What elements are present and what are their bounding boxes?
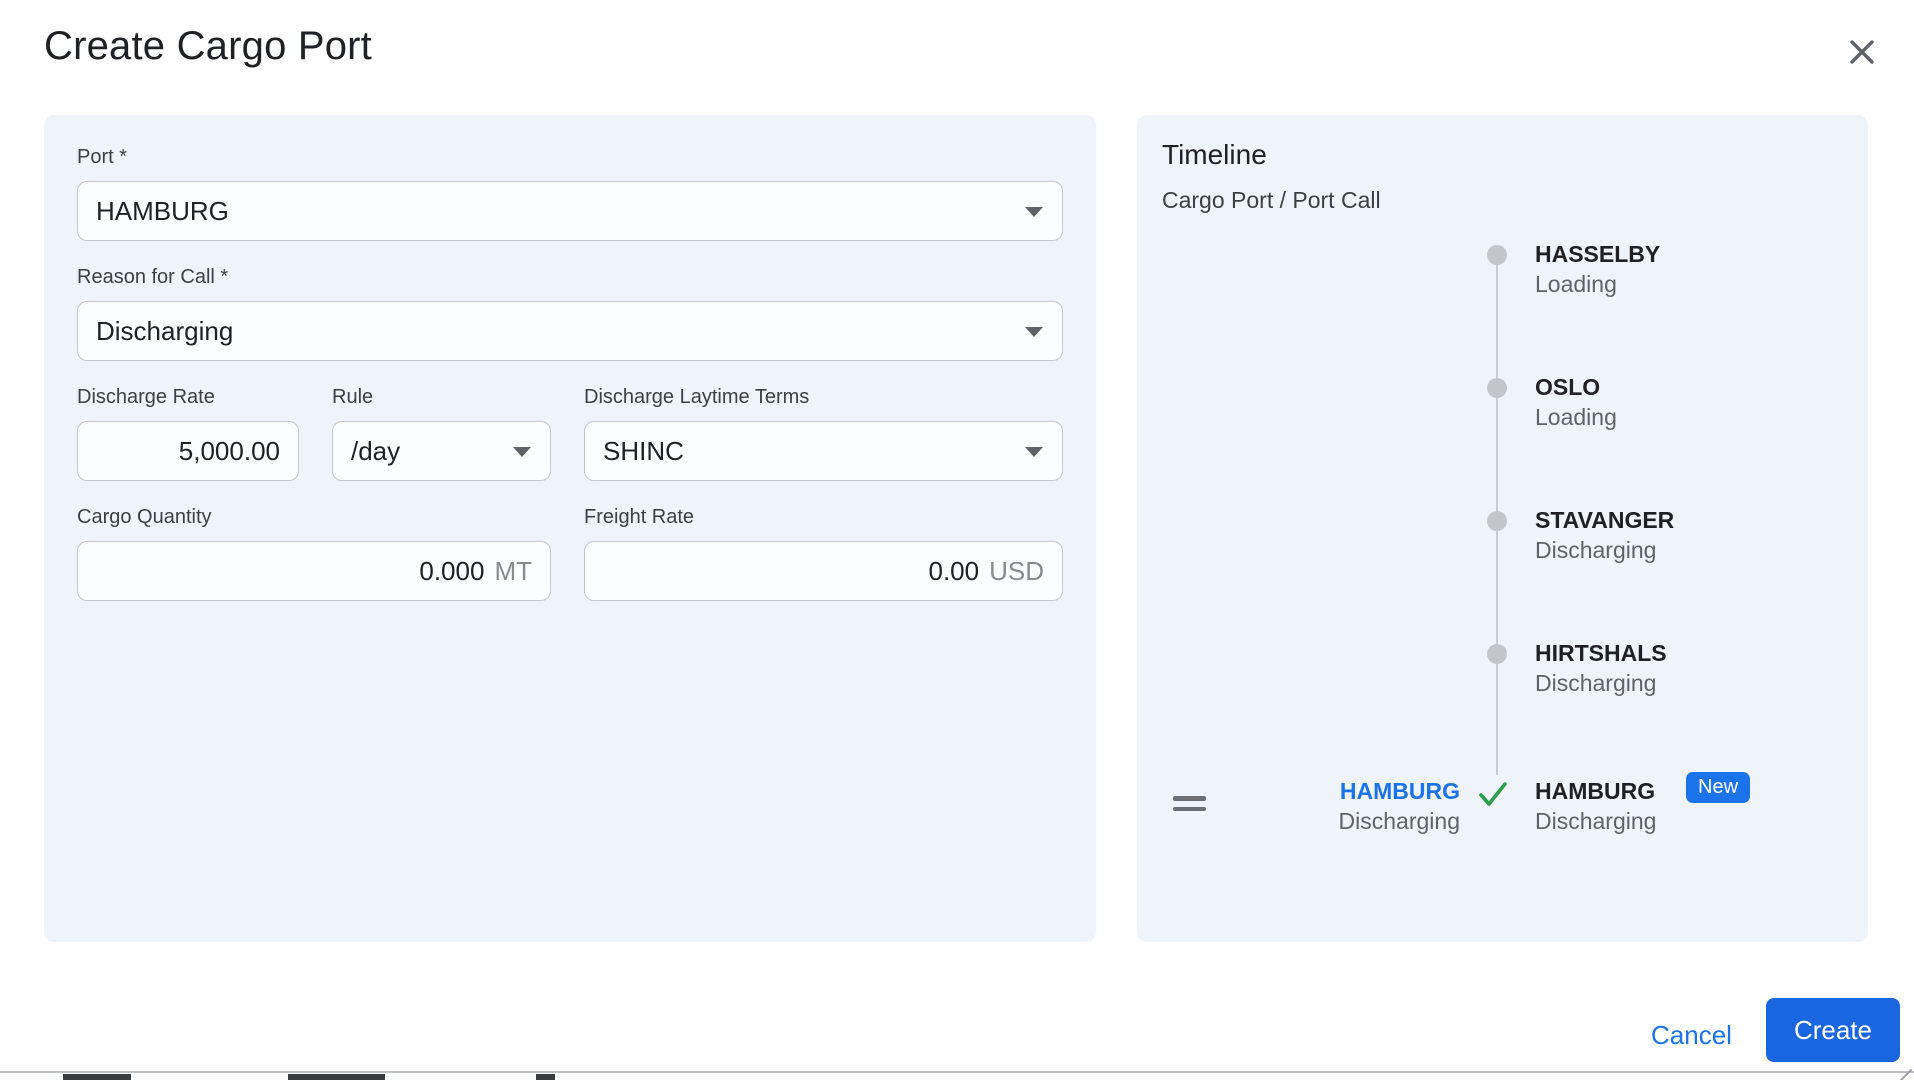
reason-for-call-label: Reason for Call * (77, 266, 229, 288)
timeline-port-name: HIRTSHALS (1535, 640, 1667, 666)
chevron-down-icon (513, 447, 531, 457)
cargo-quantity-unit: MT (494, 555, 532, 586)
cancel-button[interactable]: Cancel (1643, 1016, 1740, 1055)
background-clipped-text (536, 1074, 555, 1080)
timeline-port-activity: Loading (1535, 404, 1617, 430)
freight-rate-input[interactable] (603, 555, 980, 587)
timeline-dot (1487, 511, 1507, 531)
discharge-rate-group: Discharge Rate (77, 385, 299, 481)
timeline-port-name: HAMBURG (1535, 778, 1656, 804)
laytime-terms-value: SHINC (603, 435, 684, 466)
reason-for-call-value: Discharging (96, 315, 234, 346)
laytime-terms-select[interactable]: SHINC (584, 421, 1063, 481)
timeline-entry: HASSELBY Loading (1535, 241, 1660, 298)
timeline-port-name: OSLO (1535, 374, 1601, 400)
pending-port-name: HAMBURG (1339, 778, 1460, 804)
timeline-port-activity: Discharging (1535, 670, 1657, 696)
timeline-subtitle: Cargo Port / Port Call (1162, 187, 1381, 213)
drag-handle-icon[interactable] (1173, 796, 1206, 811)
rule-select[interactable]: /day (332, 421, 551, 481)
rule-group: Rule /day (332, 385, 551, 481)
timeline-port-activity: Discharging (1535, 537, 1657, 563)
rule-label: Rule (332, 386, 374, 408)
freight-rate-unit: USD (989, 555, 1044, 586)
timeline-port-activity: Discharging (1535, 808, 1657, 834)
dialog-title: Create Cargo Port (44, 24, 372, 68)
reason-field-group: Reason for Call * Discharging (77, 265, 1063, 361)
timeline-port-activity: Loading (1535, 271, 1617, 297)
discharge-rate-label: Discharge Rate (77, 386, 215, 408)
freight-rate-field-wrap: USD (584, 541, 1063, 601)
laytime-terms-label: Discharge Laytime Terms (584, 386, 810, 408)
port-label: Port * (77, 146, 128, 168)
new-badge: New (1686, 772, 1751, 803)
timeline-entry: STAVANGER Discharging (1535, 507, 1674, 564)
pending-port-activity: Discharging (1338, 808, 1460, 834)
timeline-dot (1487, 378, 1507, 398)
chevron-down-icon (1025, 207, 1043, 217)
cargo-quantity-input[interactable] (96, 555, 485, 587)
create-button[interactable]: Create (1766, 998, 1900, 1062)
background-page-divider (0, 1071, 1914, 1073)
rule-select-value: /day (351, 435, 401, 466)
background-clipped-text (288, 1074, 385, 1080)
close-icon (1850, 40, 1874, 64)
timeline-dot (1487, 245, 1507, 265)
timeline-port-name: HASSELBY (1535, 241, 1661, 267)
create-cargo-port-dialog: Create Cargo Port Port * HAMBURG Reason … (0, 0, 1914, 1080)
cargo-port-form-panel: Port * HAMBURG Reason for Call * Dischar… (44, 115, 1096, 942)
timeline-entry: OSLO Loading (1535, 374, 1617, 431)
chevron-down-icon (1025, 447, 1043, 457)
port-select[interactable]: HAMBURG (77, 181, 1063, 241)
timeline-title: Timeline (1162, 139, 1267, 170)
timeline-panel: Timeline Cargo Port / Port Call HASSELBY… (1137, 115, 1868, 942)
freight-rate-label: Freight Rate (584, 506, 695, 528)
cargo-quantity-label: Cargo Quantity (77, 506, 212, 528)
timeline-port-name: STAVANGER (1535, 507, 1675, 533)
pending-port-item[interactable]: HAMBURG Discharging (1339, 778, 1460, 835)
background-clipped-text (63, 1074, 131, 1080)
close-button[interactable] (1840, 30, 1884, 74)
timeline-entry-new: HAMBURG Discharging (1535, 778, 1656, 835)
discharge-rate-input[interactable] (96, 435, 280, 467)
timeline-dot (1487, 644, 1507, 664)
port-field-group: Port * HAMBURG (77, 145, 1063, 241)
reason-for-call-select[interactable]: Discharging (77, 301, 1063, 361)
cargo-quantity-field-wrap: MT (77, 541, 551, 601)
cargo-quantity-group: Cargo Quantity MT (77, 505, 551, 601)
chevron-down-icon (1025, 327, 1043, 337)
laytime-terms-group: Discharge Laytime Terms SHINC (584, 385, 1063, 481)
check-icon (1479, 782, 1507, 806)
port-select-value: HAMBURG (96, 195, 229, 226)
timeline-entry: HIRTSHALS Discharging (1535, 640, 1667, 697)
freight-rate-group: Freight Rate USD (584, 505, 1063, 601)
discharge-rate-field-wrap (77, 421, 299, 481)
